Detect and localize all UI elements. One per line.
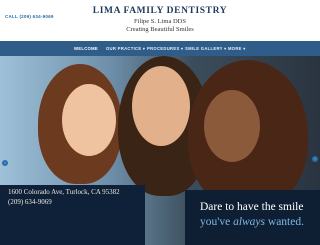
chevron-left-icon[interactable]: ‹ (2, 160, 8, 166)
cta-emphasis: always (233, 216, 266, 228)
site-title[interactable]: LIMA FAMILY DENTISTRY (0, 6, 320, 16)
phone-text[interactable]: (209) 634-9069 (8, 198, 52, 206)
face-left (62, 84, 116, 156)
nav-item-our-practice[interactable]: OUR PRACTICE ▾ (106, 46, 145, 51)
face-center (132, 66, 190, 146)
face-right (204, 90, 260, 162)
tagline: Creating Beautiful Smiles (126, 26, 194, 33)
nav-item-smile-gallery[interactable]: SMILE GALLERY ▾ (185, 46, 227, 51)
nav-item-procedures[interactable]: PROCEDURES ▾ (147, 46, 183, 51)
main-nav: WELCOME OUR PRACTICE ▾ PROCEDURES ▾ SMIL… (0, 41, 320, 56)
address-text[interactable]: 1600 Colorado Ave, Turlock, CA 95382 (8, 188, 120, 196)
cta-line-1: Dare to have the smile (200, 201, 304, 213)
nav-item-welcome[interactable]: WELCOME (74, 46, 98, 51)
chevron-right-icon[interactable]: › (312, 156, 318, 162)
cta-suffix: wanted. (265, 216, 304, 228)
doctor-name: Filipe S. Lima DDS (133, 18, 186, 25)
site-header: CALL (209) 634-9069 LIMA FAMILY DENTISTR… (0, 0, 320, 38)
cta-prefix: you've (200, 216, 234, 228)
nav-item-more[interactable]: MORE ▾ (228, 46, 246, 51)
cta-line-2: you've always wanted. (200, 216, 304, 228)
